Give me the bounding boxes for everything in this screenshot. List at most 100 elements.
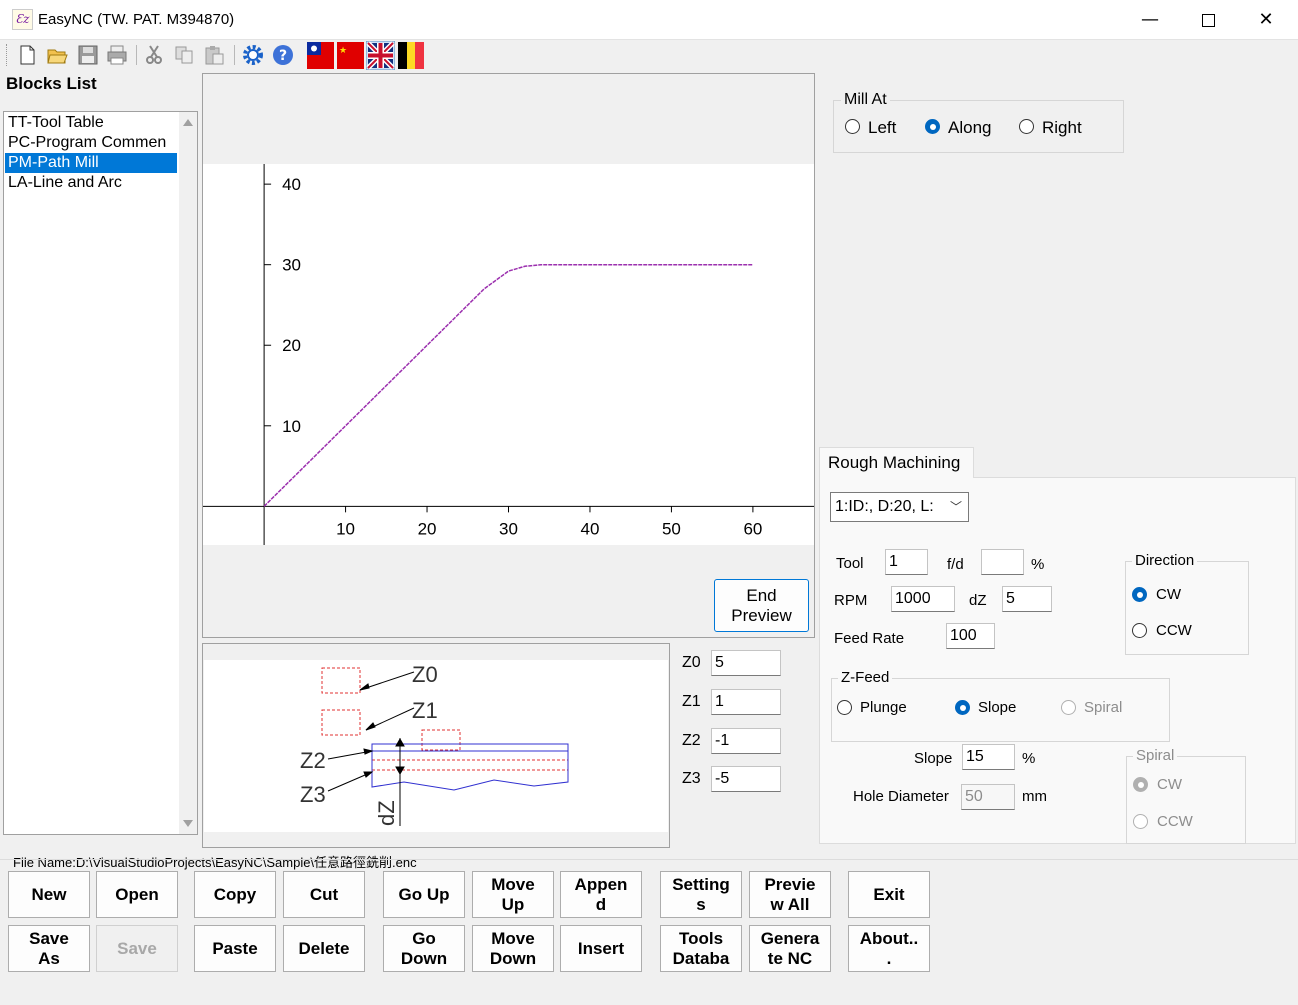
move-up-button[interactable]: Move Up xyxy=(472,871,554,918)
direction-ccw-radio[interactable] xyxy=(1132,623,1147,638)
zfeed-spiral-radio[interactable] xyxy=(1061,700,1076,715)
z0-label: Z0 xyxy=(682,654,701,671)
open-button[interactable]: Open xyxy=(96,871,178,918)
new-file-icon[interactable] xyxy=(16,44,38,66)
hole-diameter-label: Hole Diameter xyxy=(853,788,949,805)
preview-all-button[interactable]: Previe w All xyxy=(749,871,831,918)
scroll-down-icon[interactable] xyxy=(183,820,193,827)
save-as-button[interactable]: Save As xyxy=(8,925,90,972)
mill-left-radio[interactable] xyxy=(845,119,860,134)
cut-icon[interactable] xyxy=(143,44,165,66)
mill-left-label[interactable]: Left xyxy=(868,118,896,138)
copy-button[interactable]: Copy xyxy=(194,871,276,918)
z-feed-title: Z-Feed xyxy=(838,669,893,686)
copy-icon[interactable] xyxy=(173,44,195,66)
slope-label: Slope xyxy=(914,750,953,767)
toolbar-grip xyxy=(6,44,9,66)
open-folder-icon[interactable] xyxy=(46,44,68,66)
belgium-flag-icon[interactable] xyxy=(398,42,424,69)
blocks-listbox[interactable]: TT-Tool Table PC-Program Commen PM-Path … xyxy=(3,111,198,835)
print-icon[interactable] xyxy=(106,44,128,66)
z1-input[interactable]: 1 xyxy=(711,689,781,715)
direction-cw-label[interactable]: CW xyxy=(1156,586,1181,603)
divider xyxy=(0,859,1298,860)
paste-icon[interactable] xyxy=(203,44,225,66)
save-button[interactable]: Save xyxy=(96,925,178,972)
list-item[interactable]: PC-Program Commen xyxy=(5,133,177,153)
settings-gear-icon[interactable] xyxy=(242,44,264,66)
maximize-icon[interactable] xyxy=(1179,0,1237,39)
go-up-button[interactable]: Go Up xyxy=(383,871,465,918)
x-tick-label: 50 xyxy=(662,519,681,538)
z0-input[interactable]: 5 xyxy=(711,650,781,676)
mill-along-label[interactable]: Along xyxy=(948,118,991,138)
fd-input[interactable] xyxy=(981,549,1024,575)
taiwan-flag-icon[interactable] xyxy=(307,42,334,69)
rpm-label: RPM xyxy=(834,592,868,609)
help-icon[interactable]: ? xyxy=(272,44,294,66)
direction-cw-radio[interactable] xyxy=(1132,587,1147,602)
fd-label: f/d xyxy=(947,556,964,573)
mill-right-label[interactable]: Right xyxy=(1042,118,1082,138)
x-tick-label: 20 xyxy=(418,519,437,538)
zfeed-plunge-radio[interactable] xyxy=(837,700,852,715)
close-icon[interactable]: ✕ xyxy=(1237,0,1295,39)
list-scrollbar[interactable] xyxy=(179,112,197,834)
z2-label: Z2 xyxy=(682,732,701,749)
mill-right-radio[interactable] xyxy=(1019,119,1034,134)
china-flag-icon[interactable]: ★ xyxy=(337,42,364,69)
feed-rate-label: Feed Rate xyxy=(834,630,905,647)
tools-database-button[interactable]: Tools Databa xyxy=(660,925,742,972)
tool-z0-outline xyxy=(321,667,361,694)
paste-button[interactable]: Paste xyxy=(194,925,276,972)
feed-rate-input[interactable]: 100 xyxy=(946,623,995,649)
tool-select-dropdown[interactable]: 1:ID:, D:20, L: ﹀ xyxy=(830,492,969,522)
hole-diameter-input[interactable]: 50 xyxy=(961,784,1015,810)
z1-label: Z1 xyxy=(682,693,701,710)
list-item[interactable]: TT-Tool Table xyxy=(5,113,177,133)
scroll-up-icon[interactable] xyxy=(183,119,193,126)
exit-button[interactable]: Exit xyxy=(848,871,930,918)
move-down-button[interactable]: Move Down xyxy=(472,925,554,972)
chart-canvas: 10 20 30 40 50 60 10 20 30 40 xyxy=(203,164,814,545)
uk-flag-icon[interactable] xyxy=(366,41,395,70)
z3-input[interactable]: -5 xyxy=(711,766,781,792)
y-tick-label: 30 xyxy=(282,256,301,275)
end-preview-button[interactable]: End Preview xyxy=(714,579,809,632)
z2-input[interactable]: -1 xyxy=(711,728,781,754)
spiral-ccw-radio[interactable] xyxy=(1133,814,1148,829)
dz-input[interactable]: 5 xyxy=(1002,586,1052,612)
zfeed-plunge-label[interactable]: Plunge xyxy=(860,699,907,716)
list-item-selected[interactable]: PM-Path Mill xyxy=(5,153,177,173)
tool-label: Tool xyxy=(836,555,864,572)
about-button[interactable]: About.. . xyxy=(848,925,930,972)
spiral-ccw-label[interactable]: CCW xyxy=(1157,813,1193,830)
zfeed-slope-label[interactable]: Slope xyxy=(978,699,1016,716)
settings-button[interactable]: Setting s xyxy=(660,871,742,918)
tab-rough-machining[interactable]: Rough Machining xyxy=(819,447,974,478)
cut-button[interactable]: Cut xyxy=(283,871,365,918)
delete-button[interactable]: Delete xyxy=(283,925,365,972)
direction-ccw-label[interactable]: CCW xyxy=(1156,622,1192,639)
spiral-title: Spiral xyxy=(1133,747,1178,764)
new-button[interactable]: New xyxy=(8,871,90,918)
zfeed-spiral-label[interactable]: Spiral xyxy=(1084,699,1122,716)
save-disk-icon[interactable] xyxy=(77,44,99,66)
spiral-cw-label[interactable]: CW xyxy=(1157,776,1182,793)
insert-button[interactable]: Insert xyxy=(560,925,642,972)
list-item[interactable]: LA-Line and Arc xyxy=(5,173,177,193)
tool-input[interactable]: 1 xyxy=(885,549,928,575)
label-z0: Z0 xyxy=(412,662,438,687)
minimize-icon[interactable]: — xyxy=(1121,0,1179,39)
mill-along-radio[interactable] xyxy=(925,119,940,134)
tool-z2-outline xyxy=(421,729,461,751)
spiral-cw-radio[interactable] xyxy=(1133,777,1148,792)
generate-nc-button[interactable]: Genera te NC xyxy=(749,925,831,972)
go-down-button[interactable]: Go Down xyxy=(383,925,465,972)
svg-text:★: ★ xyxy=(339,45,347,55)
zfeed-slope-radio[interactable] xyxy=(955,700,970,715)
append-button[interactable]: Appen d xyxy=(560,871,642,918)
slope-input[interactable]: 15 xyxy=(962,744,1015,770)
rpm-input[interactable]: 1000 xyxy=(891,586,955,612)
direction-title: Direction xyxy=(1132,552,1198,569)
